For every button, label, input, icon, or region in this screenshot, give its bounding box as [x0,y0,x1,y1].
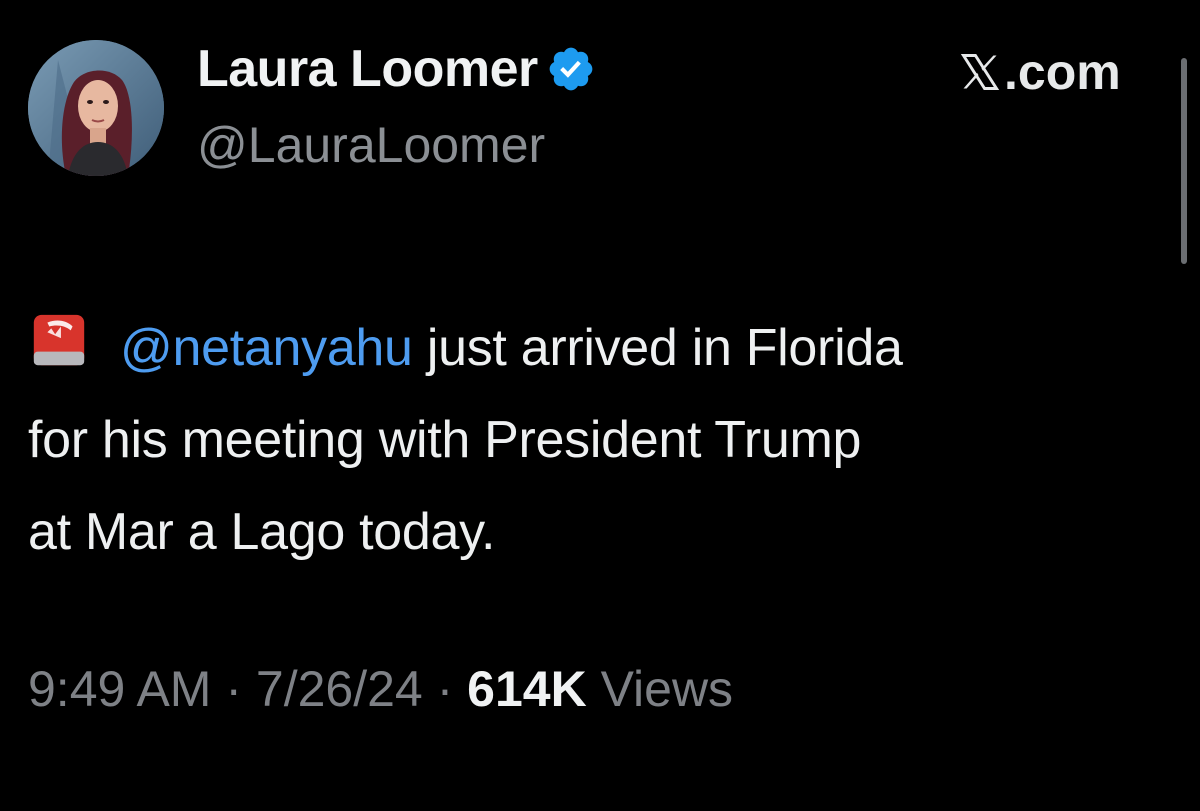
scrollbar[interactable] [1181,58,1187,264]
author-handle[interactable]: @LauraLoomer [197,116,545,174]
meta-separator: · [422,661,468,717]
tweet-text-line-3: at Mar a Lago today. [28,503,496,561]
tweet-time[interactable]: 9:49 AM [28,661,211,717]
views-label: Views [586,661,734,717]
tweet-card: Laura Loomer @LauraLoomer .com @netanyah… [0,0,1200,811]
tweet-text-line-1: just arrived in Florida [412,319,903,377]
police-siren-icon [33,314,85,366]
avatar[interactable] [28,40,164,176]
tweet-date[interactable]: 7/26/24 [256,661,423,717]
author-name-row: Laura Loomer [197,38,596,100]
meta-separator: · [211,661,256,717]
views-count[interactable]: 614K [467,661,587,717]
tweet-meta: 9:49 AM · 7/26/24 · 614K Views [28,660,733,718]
verified-badge-icon [549,47,593,91]
tweet-line-1: @netanyahu just arrived in Florida [28,302,1178,394]
x-brand-label: .com [1004,44,1121,100]
tweet-body: @netanyahu just arrived in Florida for h… [28,302,1178,578]
author-display-name[interactable]: Laura Loomer [197,39,538,99]
tweet-text-line-2: for his meeting with President Trump [28,411,862,469]
avatar-photo [28,40,164,176]
x-logo-icon [960,54,1000,90]
x-brand: .com [958,42,1121,102]
mention-link[interactable]: @netanyahu [120,319,413,377]
